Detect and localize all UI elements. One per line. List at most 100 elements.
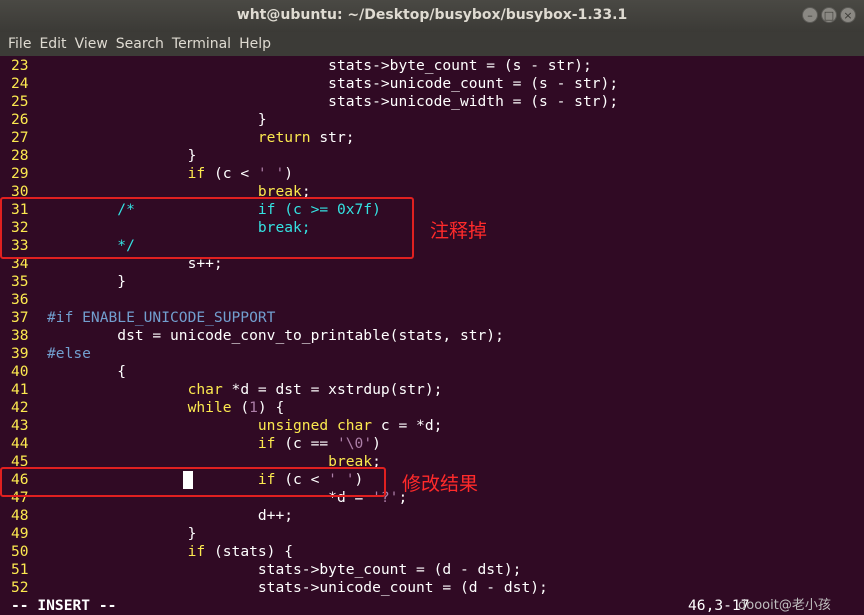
minimize-button[interactable]: – bbox=[802, 7, 818, 23]
code-line: 24 stats->unicode_count = (s - str); bbox=[0, 75, 618, 93]
line-number: 43 bbox=[11, 417, 29, 434]
line-number: 24 bbox=[11, 75, 29, 92]
code-token: { bbox=[47, 363, 127, 380]
annotation-modified: 修改结果 bbox=[402, 473, 479, 495]
code-token: '\0' bbox=[336, 435, 373, 452]
code-line: 29 if (c < ' ') bbox=[0, 165, 293, 183]
line-number: 36 bbox=[11, 291, 29, 308]
code-token: ) { bbox=[257, 399, 285, 416]
title-bar: wht@ubuntu: ~/Desktop/busybox/busybox-1.… bbox=[0, 0, 864, 32]
code-line: 42 while (1) { bbox=[0, 399, 284, 417]
code-line: 49 } bbox=[0, 525, 196, 543]
code-token: if bbox=[257, 435, 276, 452]
menu-terminal[interactable]: Terminal bbox=[168, 32, 235, 56]
line-number: 26 bbox=[11, 111, 29, 128]
line-number: 49 bbox=[11, 525, 29, 542]
code-token: (stats) { bbox=[205, 543, 294, 560]
line-number: 27 bbox=[11, 129, 29, 146]
code-token: } bbox=[47, 273, 127, 290]
code-token: char bbox=[187, 381, 223, 398]
code-line: 48 d++; bbox=[0, 507, 293, 525]
code-token: stats->unicode_count = (d - dst); bbox=[47, 579, 548, 596]
code-token: 1 bbox=[249, 399, 258, 416]
maximize-button[interactable]: □ bbox=[821, 7, 837, 23]
watermark: doooit@老小孩 bbox=[738, 598, 831, 613]
line-number: 37 bbox=[11, 309, 29, 326]
code-line: 39 #else bbox=[0, 345, 91, 363]
code-line: 52 stats->unicode_count = (d - dst); bbox=[0, 579, 548, 597]
line-number: 25 bbox=[11, 93, 29, 110]
menu-view[interactable]: View bbox=[71, 32, 112, 56]
line-number: 42 bbox=[11, 399, 29, 416]
code-line: 44 if (c == '\0') bbox=[0, 435, 381, 453]
code-token: stats->byte_count = (d - dst); bbox=[47, 561, 522, 578]
line-number: 51 bbox=[11, 561, 29, 578]
code-token: *d = dst = xstrdup(str); bbox=[222, 381, 443, 398]
code-line: 51 stats->byte_count = (d - dst); bbox=[0, 561, 521, 579]
code-token: return bbox=[257, 129, 311, 146]
code-token: while bbox=[187, 399, 232, 416]
code-line: 40 { bbox=[0, 363, 126, 381]
code-token: d++; bbox=[47, 507, 294, 524]
menu-file[interactable]: File bbox=[4, 32, 35, 56]
line-number: 40 bbox=[11, 363, 29, 380]
code-token: if bbox=[187, 543, 206, 560]
code-line: 25 stats->unicode_width = (s - str); bbox=[0, 93, 618, 111]
menu-help[interactable]: Help bbox=[235, 32, 275, 56]
code-line: 23 stats->byte_count = (s - str); bbox=[0, 57, 592, 75]
line-number: 41 bbox=[11, 381, 29, 398]
window-controls: – □ × bbox=[802, 7, 856, 23]
line-number: 23 bbox=[11, 57, 29, 74]
line-number: 50 bbox=[11, 543, 29, 560]
code-token: (c == bbox=[275, 435, 337, 452]
code-line: 26 } bbox=[0, 111, 267, 129]
code-token: ) bbox=[372, 435, 381, 452]
code-token: str; bbox=[310, 129, 355, 146]
code-token: stats->unicode_count = (s - str); bbox=[47, 75, 619, 92]
code-token: c = *d; bbox=[372, 417, 443, 434]
code-token: ' ' bbox=[257, 165, 285, 182]
line-number: 52 bbox=[11, 579, 29, 596]
code-line: 36 bbox=[0, 291, 47, 309]
vim-editor[interactable]: 23 stats->byte_count = (s - str); 24 stat… bbox=[0, 57, 864, 597]
line-number: 28 bbox=[11, 147, 29, 164]
code-token: unsigned char bbox=[257, 417, 373, 434]
code-token: ) bbox=[284, 165, 294, 182]
highlight-box-modified bbox=[0, 467, 386, 497]
line-number: 44 bbox=[11, 435, 29, 452]
code-token: stats->byte_count = (s - str); bbox=[47, 57, 592, 74]
code-line: 38 dst = unicode_conv_to_printable(stats… bbox=[0, 327, 504, 345]
code-line: 41 char *d = dst = xstrdup(str); bbox=[0, 381, 442, 399]
code-line: 43 unsigned char c = *d; bbox=[0, 417, 442, 435]
code-token: if bbox=[187, 165, 206, 182]
line-number: 48 bbox=[11, 507, 29, 524]
code-token: #else bbox=[47, 345, 91, 362]
line-number: 39 bbox=[11, 345, 29, 362]
menu-edit[interactable]: Edit bbox=[35, 32, 70, 56]
code-token: } bbox=[47, 525, 197, 542]
code-token: } bbox=[47, 111, 267, 128]
code-token: dst = unicode_conv_to_printable(stats, s… bbox=[47, 327, 504, 344]
code-line: 27 return str; bbox=[0, 129, 355, 147]
code-token: } bbox=[47, 147, 197, 164]
code-line: 37 #if ENABLE_UNICODE_SUPPORT bbox=[0, 309, 275, 327]
close-button[interactable]: × bbox=[840, 7, 856, 23]
highlight-box-comment bbox=[0, 197, 414, 259]
code-token: (c < bbox=[205, 165, 258, 182]
menu-bar: File Edit View Search Terminal Help bbox=[0, 32, 864, 56]
line-number: 35 bbox=[11, 273, 29, 290]
menu-search[interactable]: Search bbox=[112, 32, 168, 56]
code-token: stats->unicode_width = (s - str); bbox=[47, 93, 619, 110]
code-line: 50 if (stats) { bbox=[0, 543, 293, 561]
code-token: ( bbox=[231, 399, 250, 416]
line-number: 29 bbox=[11, 165, 29, 182]
code-line: 28 } bbox=[0, 147, 196, 165]
mode-indicator: -- INSERT -- bbox=[11, 597, 117, 614]
window-title: wht@ubuntu: ~/Desktop/busybox/busybox-1.… bbox=[236, 7, 628, 23]
